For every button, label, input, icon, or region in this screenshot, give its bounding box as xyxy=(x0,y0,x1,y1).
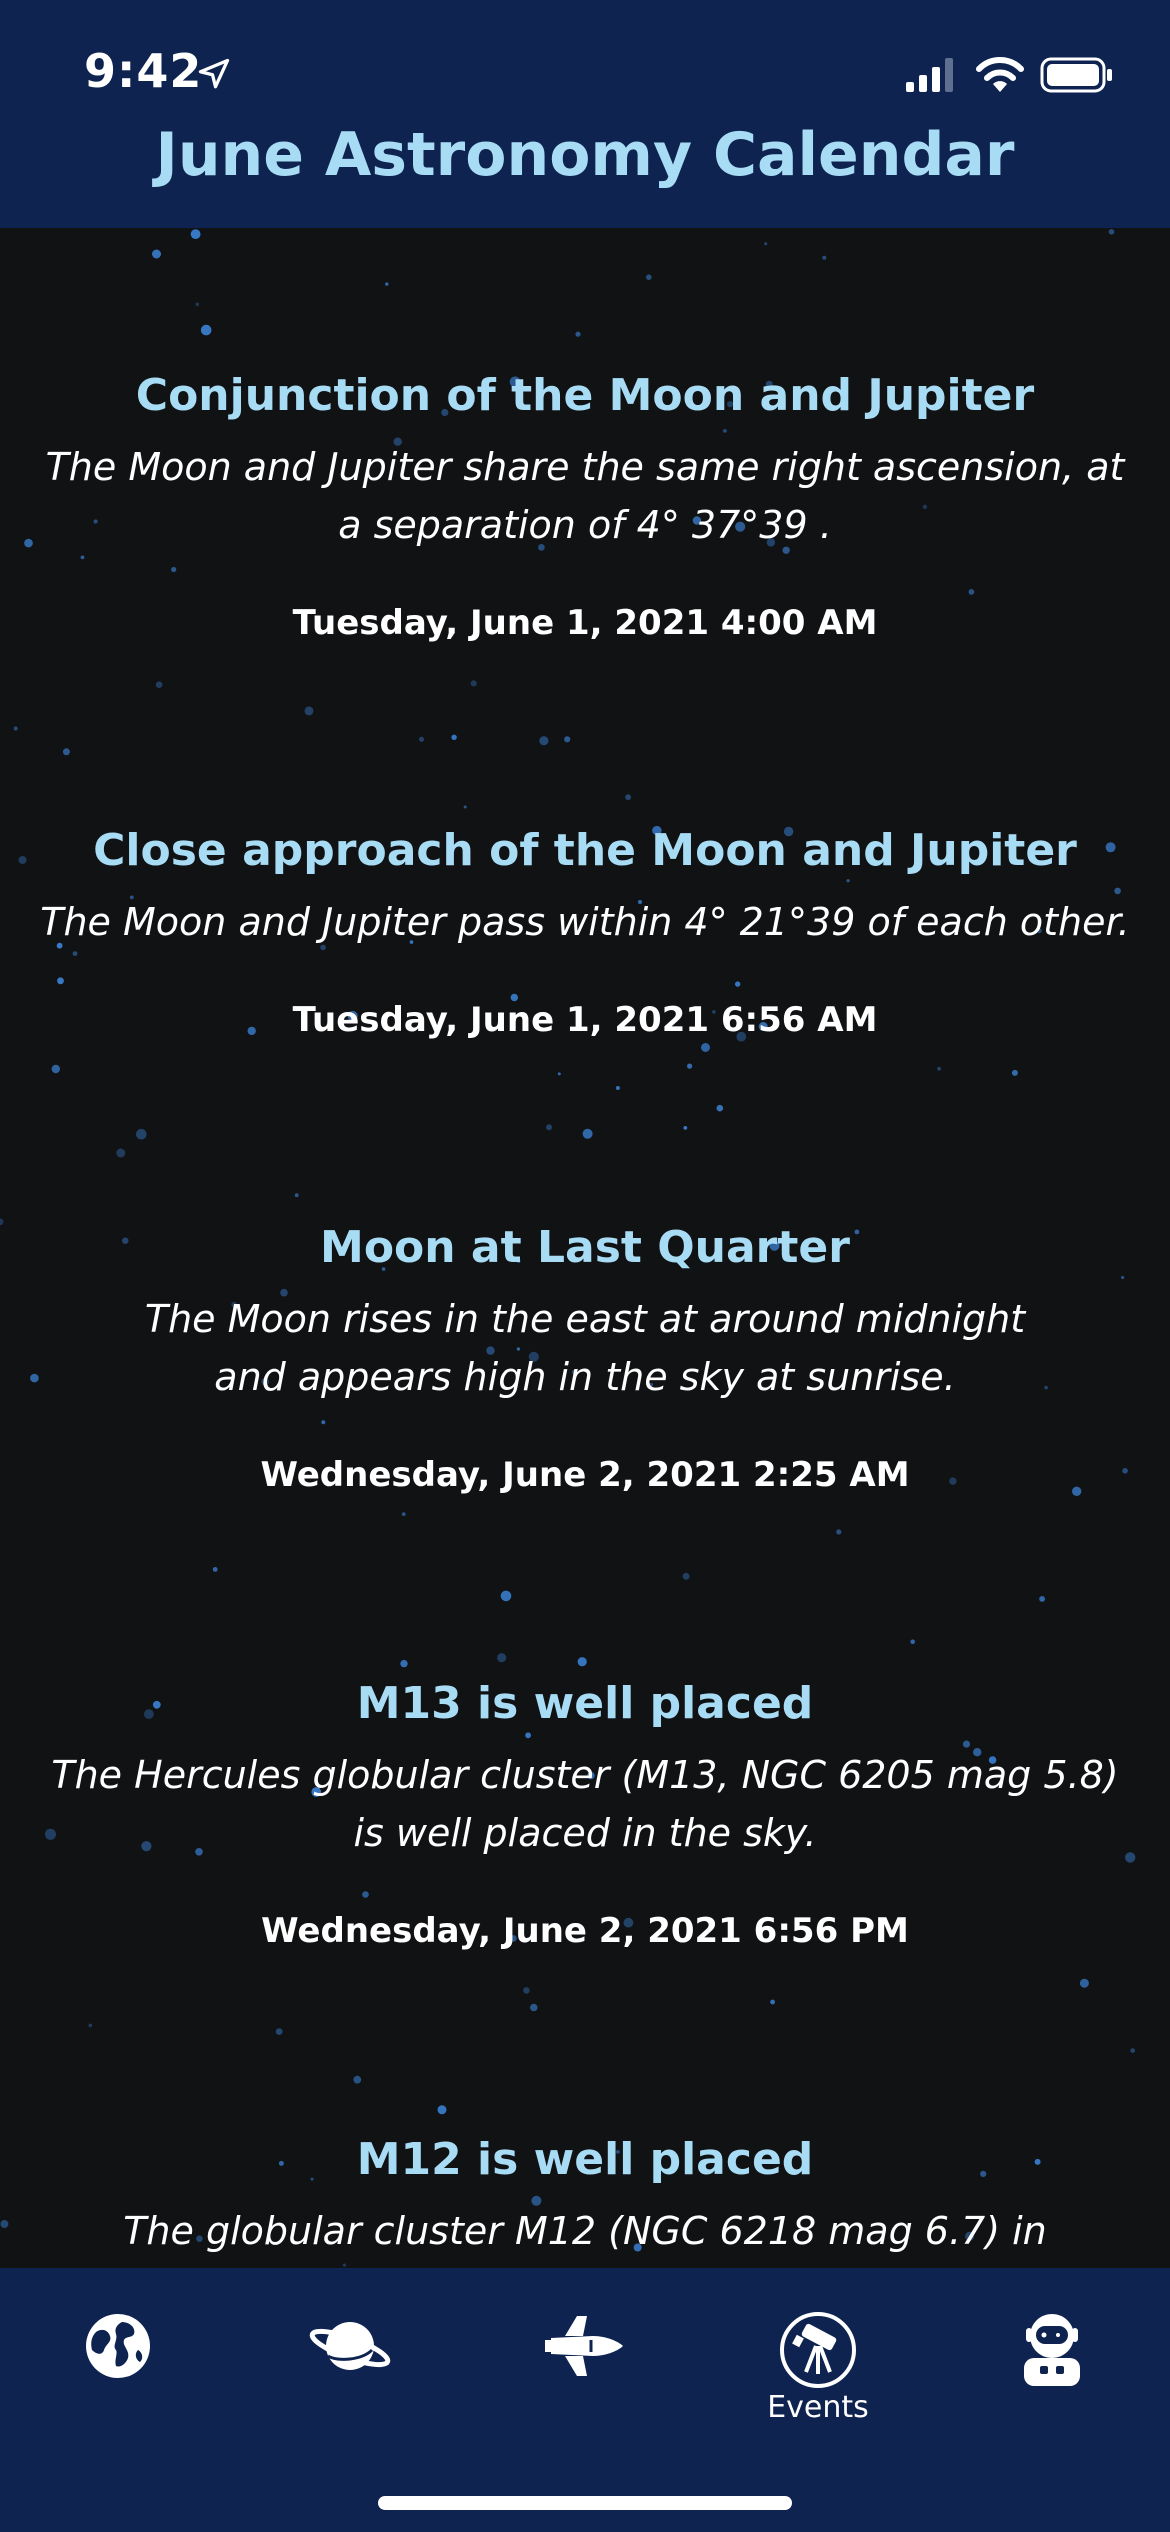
star-dot xyxy=(615,1086,620,1090)
star-dot xyxy=(195,302,200,307)
star-dot xyxy=(304,706,314,716)
star-dot xyxy=(937,1066,941,1071)
star-dot xyxy=(770,1999,775,2005)
wifi-icon xyxy=(976,57,1024,92)
star-dot xyxy=(523,1987,530,1994)
event-datetime: Tuesday, June 1, 2021 6:56 AM xyxy=(292,1000,878,1040)
events-list[interactable]: Conjunction of the Moon and Jupiter The … xyxy=(0,228,1170,2268)
star-dot xyxy=(575,331,581,337)
event-item[interactable]: M12 is well placed The globular cluster … xyxy=(30,2132,1140,2260)
star-dot xyxy=(822,255,827,260)
globe-icon xyxy=(86,2314,150,2378)
star-dot xyxy=(342,2263,347,2267)
star-dot xyxy=(764,242,768,246)
star-dot xyxy=(557,1072,561,1076)
event-description: The globular cluster M12 (NGC 6218 mag 6… xyxy=(123,2209,1047,2253)
star-dot xyxy=(910,1639,915,1645)
star-dot xyxy=(577,1657,587,1667)
event-item[interactable]: Conjunction of the Moon and Jupiter The … xyxy=(30,368,1140,644)
star-dot xyxy=(1079,1978,1089,1988)
star-dot xyxy=(1130,2048,1136,2053)
star-dot xyxy=(539,736,549,746)
star-dot xyxy=(683,1126,688,1130)
event-item[interactable]: M13 is well placed The Hercules globular… xyxy=(30,1676,1140,1952)
tab-globe[interactable] xyxy=(38,2310,198,2450)
star-dot xyxy=(1011,1069,1018,1076)
location-arrow-icon xyxy=(198,58,230,89)
telescope-icon xyxy=(780,2312,856,2388)
star-dot xyxy=(701,1043,710,1052)
astronaut-icon xyxy=(1024,2314,1080,2386)
home-indicator[interactable] xyxy=(378,2496,792,2510)
star-dot xyxy=(836,1529,842,1535)
star-dot xyxy=(687,1063,693,1069)
event-item[interactable]: Moon at Last Quarter The Moon rises in t… xyxy=(30,1220,1140,1496)
star-dot xyxy=(1039,1596,1045,1602)
event-description: The Moon rises in the east at around mid… xyxy=(144,1297,1026,1399)
battery-icon xyxy=(1040,57,1112,93)
event-title: M13 is well placed xyxy=(356,1678,814,1729)
tab-label: Events xyxy=(767,2390,869,2425)
star-dot xyxy=(419,736,424,742)
star-dot xyxy=(470,680,477,687)
cellular-signal-icon xyxy=(906,58,953,92)
star-dot xyxy=(546,1124,552,1131)
star-dot xyxy=(190,229,201,239)
tab-bar: Events xyxy=(0,2268,1170,2532)
event-description: The Moon and Jupiter pass within 4° 21°3… xyxy=(40,900,1130,944)
event-description: The Moon and Jupiter share the same righ… xyxy=(45,445,1125,547)
star-dot xyxy=(400,1659,408,1668)
star-dot xyxy=(275,2028,283,2035)
event-item[interactable]: Close approach of the Moon and Jupiter T… xyxy=(30,823,1140,1041)
event-title: Close approach of the Moon and Jupiter xyxy=(93,825,1077,876)
tab-planet[interactable] xyxy=(270,2310,430,2450)
star-dot xyxy=(401,1512,406,1516)
star-dot xyxy=(564,736,571,743)
star-dot xyxy=(62,748,70,756)
star-dot xyxy=(136,1128,147,1140)
space-shuttle-icon xyxy=(545,2316,623,2376)
star-dot xyxy=(212,1567,218,1572)
star-dot xyxy=(0,2220,9,2228)
tab-spacecraft[interactable] xyxy=(505,2310,665,2450)
app-screen: 9:42 June Astronomy Calendar Conjunction… xyxy=(0,0,1170,2532)
star-dot xyxy=(51,1064,60,1074)
star-dot xyxy=(1108,229,1115,235)
event-title: Conjunction of the Moon and Jupiter xyxy=(135,370,1035,421)
header: 9:42 June Astronomy Calendar xyxy=(0,0,1170,228)
star-dot xyxy=(497,1653,507,1663)
event-datetime: Wednesday, June 2, 2021 2:25 AM xyxy=(260,1455,910,1495)
star-dot xyxy=(500,1590,512,1602)
event-title: M12 is well placed xyxy=(356,2134,814,2185)
star-dot xyxy=(353,2075,362,2084)
star-dot xyxy=(200,324,212,336)
star-dot xyxy=(0,1218,4,1226)
star-dot xyxy=(463,805,467,809)
star-dot xyxy=(582,1128,593,1139)
event-description: The Hercules globular cluster (M13, NGC … xyxy=(51,1753,1119,1855)
planet-icon xyxy=(309,2322,391,2370)
star-dot xyxy=(625,794,631,801)
event-datetime: Wednesday, June 2, 2021 6:56 PM xyxy=(261,1911,909,1951)
star-dot xyxy=(530,2003,538,2012)
tab-astronaut[interactable] xyxy=(972,2310,1132,2450)
page-title: June Astronomy Calendar xyxy=(155,120,1015,190)
star-dot xyxy=(155,681,163,688)
status-time: 9:42 xyxy=(84,44,203,98)
star-dot xyxy=(437,2105,447,2115)
star-dot xyxy=(116,1148,126,1158)
star-dot xyxy=(716,1104,724,1112)
star-dot xyxy=(385,282,389,286)
event-datetime: Tuesday, June 1, 2021 4:00 AM xyxy=(292,603,878,643)
star-dot xyxy=(682,1572,690,1580)
star-dot xyxy=(451,734,457,740)
tab-events[interactable]: Events xyxy=(738,2310,898,2450)
star-dot xyxy=(88,2023,93,2028)
star-dot xyxy=(13,726,18,731)
star-dot xyxy=(294,1193,299,1198)
star-dot xyxy=(646,274,652,280)
star-dot xyxy=(18,856,27,864)
star-dot xyxy=(152,249,161,259)
event-title: Moon at Last Quarter xyxy=(320,1222,850,1273)
